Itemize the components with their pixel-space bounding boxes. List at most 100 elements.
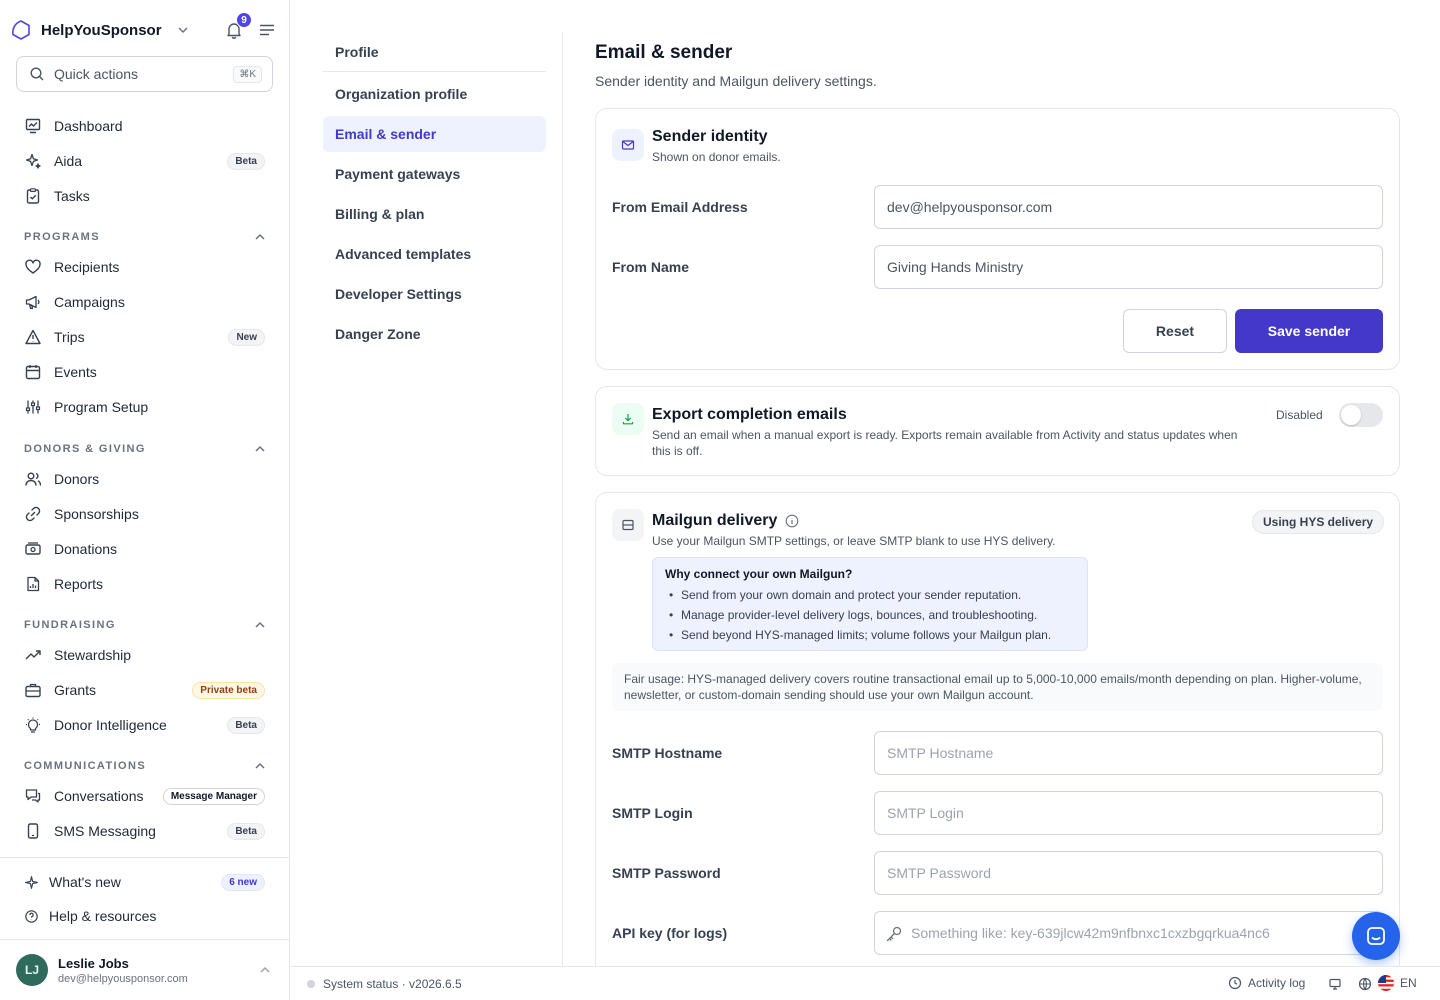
- from-email-input[interactable]: dev@helpyousponsor.com: [874, 185, 1383, 229]
- notification-count-badge: 9: [236, 12, 252, 28]
- smtp-password-input[interactable]: SMTP Password: [874, 851, 1383, 895]
- why-mailgun-callout: Why connect your own Mailgun? Send from …: [652, 557, 1088, 651]
- clock-icon: [1228, 976, 1242, 990]
- from-name-input[interactable]: Giving Hands Ministry: [874, 245, 1383, 289]
- smtp-password-label: SMTP Password: [612, 865, 721, 881]
- save-sender-button[interactable]: Save sender: [1235, 309, 1383, 353]
- sidebar-divider: [0, 857, 290, 858]
- settings-nav-developer-settings[interactable]: Developer Settings: [323, 276, 546, 312]
- section-fundraising[interactable]: FUNDRAISING: [24, 616, 267, 634]
- smtp-hostname-input[interactable]: SMTP Hostname: [874, 731, 1383, 775]
- mail-icon: [621, 140, 635, 150]
- chat-bubble-icon: [1367, 927, 1385, 945]
- clipboard-icon: [26, 188, 40, 204]
- globe-icon[interactable]: [1358, 977, 1372, 991]
- quick-actions-search[interactable]: Quick actions ⌘K: [16, 56, 273, 92]
- sidebar-item-sponsorships[interactable]: Sponsorships: [16, 499, 273, 529]
- sidebar-item-program-setup[interactable]: Program Setup: [16, 392, 273, 422]
- sidebar-item-reports[interactable]: Reports: [16, 569, 273, 599]
- chat-launcher-button[interactable]: [1352, 912, 1400, 960]
- sidebar-item-donors[interactable]: Donors: [16, 464, 273, 494]
- banknote-icon: [25, 542, 41, 555]
- card-icon: [612, 403, 644, 435]
- system-status-link[interactable]: System status · v2026.6.5: [323, 977, 462, 991]
- card-title-text: Sender identity: [652, 128, 768, 145]
- sidebar-item-label: Donor Intelligence: [54, 717, 167, 733]
- new-count-badge: 6 new: [221, 873, 265, 891]
- section-programs[interactable]: PROGRAMS: [24, 228, 267, 246]
- language-selector[interactable]: EN: [1378, 975, 1417, 991]
- api-key-placeholder: Something like: key-639jlcw42m9nfbnxc1cx…: [911, 925, 1270, 941]
- sidebar-item-trips[interactable]: Trips New: [16, 322, 273, 352]
- workspace-switcher[interactable]: HelpYouSponsor: [9, 16, 190, 44]
- card-title: Export completion emails: [652, 406, 847, 424]
- megaphone-icon: [25, 295, 40, 310]
- sidebar-item-label: Help & resources: [49, 908, 157, 924]
- chevron-up-icon: [255, 233, 265, 240]
- chevron-up-icon: [255, 762, 265, 769]
- sidebar-item-aida[interactable]: Aida Beta: [16, 146, 273, 176]
- sidebar-item-label: Tasks: [54, 188, 90, 204]
- monitor-icon[interactable]: [1328, 977, 1342, 991]
- settings-nav-header: Profile: [323, 32, 546, 72]
- sidebar-item-campaigns[interactable]: Campaigns: [16, 287, 273, 317]
- language-code: EN: [1400, 976, 1417, 990]
- sidebar-item-label: Reports: [54, 576, 104, 592]
- sidebar-item-tasks[interactable]: Tasks: [16, 181, 273, 211]
- card-description: Use your Mailgun SMTP settings, or leave…: [652, 534, 1056, 548]
- api-key-input[interactable]: Something like: key-639jlcw42m9nfbnxc1cx…: [874, 911, 1383, 955]
- sidebar-item-label: Campaigns: [54, 294, 125, 310]
- section-title: FUNDRAISING: [24, 619, 116, 631]
- sidebar-item-sms-messaging[interactable]: SMS Messaging Beta: [16, 816, 273, 846]
- info-icon[interactable]: [785, 514, 799, 528]
- settings-nav-danger-zone[interactable]: Danger Zone: [323, 316, 546, 352]
- sidebar: HelpYouSponsor 9 Quick actions ⌘K Dashbo…: [0, 0, 290, 1000]
- calendar-icon: [25, 365, 41, 380]
- sidebar-item-donor-intelligence[interactable]: Donor Intelligence Beta: [16, 710, 273, 740]
- keyboard-shortcut: ⌘K: [233, 65, 262, 83]
- smtp-login-input[interactable]: SMTP Login: [874, 791, 1383, 835]
- sidebar-item-help-resources[interactable]: Help & resources: [16, 901, 273, 931]
- card-icon: [612, 129, 644, 161]
- reset-button[interactable]: Reset: [1123, 309, 1227, 353]
- triangle-alert-icon: [25, 329, 41, 345]
- sidebar-item-grants[interactable]: Grants Private beta: [16, 675, 273, 705]
- sidebar-item-label: Program Setup: [54, 399, 149, 415]
- user-menu[interactable]: LJ Leslie Jobs dev@helpyousponsor.com: [16, 952, 276, 988]
- user-name: Leslie Jobs: [58, 955, 129, 971]
- card-title-text: Mailgun delivery: [652, 512, 778, 529]
- from-email-label: From Email Address: [612, 199, 748, 215]
- settings-nav: Profile Organization profile Email & sen…: [323, 32, 546, 352]
- settings-nav-payment-gateways[interactable]: Payment gateways: [323, 156, 546, 192]
- settings-nav-email-sender[interactable]: Email & sender: [323, 116, 546, 152]
- settings-nav-organization-profile[interactable]: Organization profile: [323, 76, 546, 112]
- sparkle-icon: [25, 875, 38, 889]
- search-label: Quick actions: [54, 66, 139, 82]
- export-emails-toggle[interactable]: [1339, 403, 1383, 427]
- page-title: Email & sender: [595, 42, 733, 63]
- card-title-text: Export completion emails: [652, 406, 847, 423]
- section-title: DONORS & GIVING: [24, 443, 146, 455]
- sidebar-item-stewardship[interactable]: Stewardship: [16, 640, 273, 670]
- menu-icon[interactable]: [258, 21, 276, 39]
- settings-nav-advanced-templates[interactable]: Advanced templates: [323, 236, 546, 272]
- sidebar-item-whats-new[interactable]: What's new 6 new: [16, 867, 273, 897]
- activity-log-link[interactable]: Activity log: [1228, 976, 1305, 990]
- section-donors-giving[interactable]: DONORS & GIVING: [24, 440, 267, 458]
- sidebar-item-events[interactable]: Events: [16, 357, 273, 387]
- toggle-knob: [1341, 405, 1361, 425]
- sidebar-item-donations[interactable]: Donations: [16, 534, 273, 564]
- smartphone-icon: [27, 823, 39, 839]
- new-badge: New: [228, 328, 265, 346]
- sliders-icon: [25, 400, 41, 414]
- heart-icon: [25, 259, 41, 274]
- settings-nav-billing-plan[interactable]: Billing & plan: [323, 196, 546, 232]
- sidebar-item-label: Recipients: [54, 259, 120, 275]
- us-flag-icon: [1378, 975, 1394, 991]
- sidebar-item-recipients[interactable]: Recipients: [16, 252, 273, 282]
- beta-badge: Beta: [227, 822, 265, 840]
- smtp-login-label: SMTP Login: [612, 805, 693, 821]
- sidebar-item-dashboard[interactable]: Dashboard: [16, 111, 273, 141]
- sidebar-item-conversations[interactable]: Conversations Message Manager: [16, 781, 273, 811]
- section-communications[interactable]: COMMUNICATIONS: [24, 757, 267, 775]
